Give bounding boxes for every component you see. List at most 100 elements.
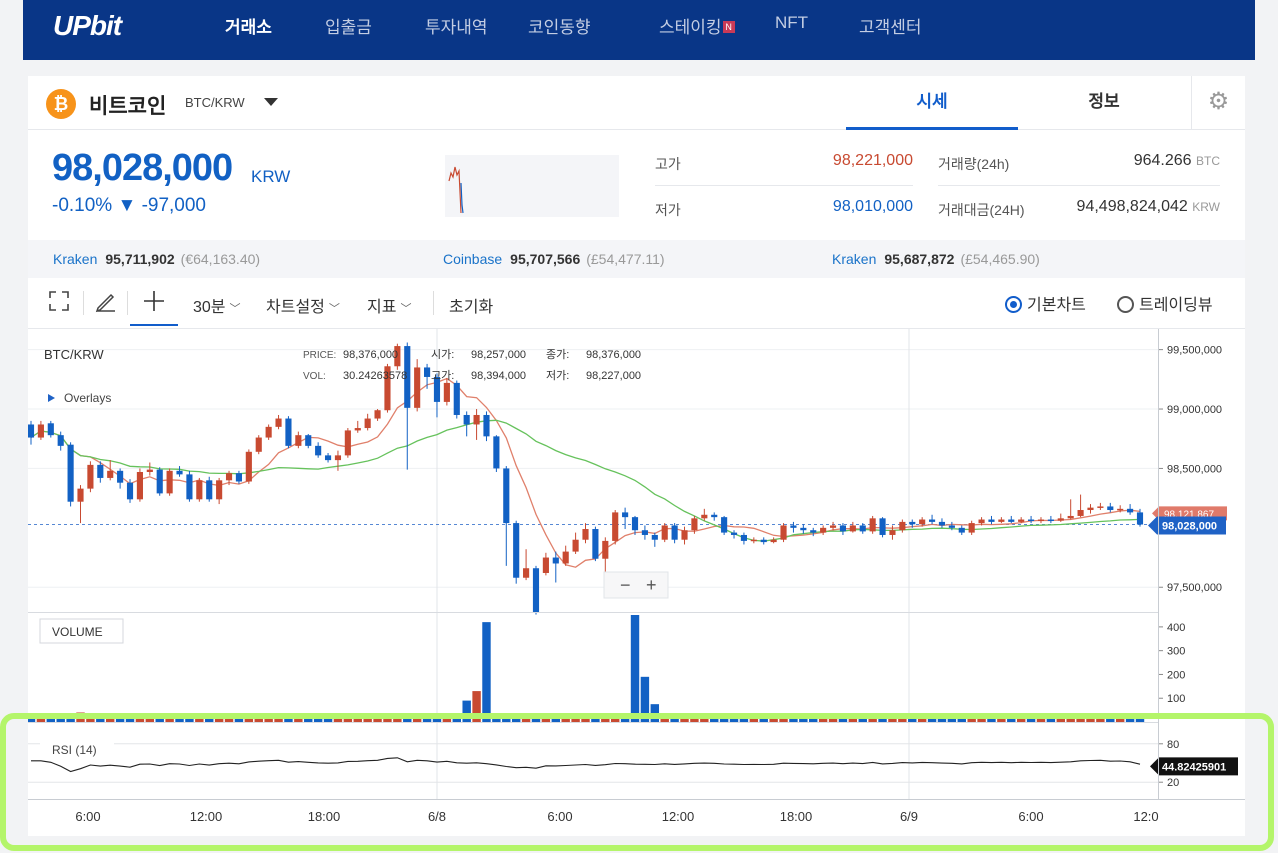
candle-body bbox=[364, 418, 371, 429]
volume-bar bbox=[135, 716, 145, 722]
volume-bar bbox=[1076, 716, 1085, 722]
gear-icon[interactable]: ⚙ bbox=[1191, 76, 1245, 130]
volume-bar bbox=[1106, 716, 1115, 722]
candle-body bbox=[572, 539, 579, 552]
legend-open: 98,257,000 bbox=[471, 349, 526, 361]
pane-divider bbox=[28, 722, 1158, 723]
volume-bar bbox=[452, 716, 461, 722]
legend-price: 98,376,000 bbox=[343, 349, 398, 361]
candle-body bbox=[978, 519, 985, 524]
volume-bar bbox=[888, 716, 897, 722]
tab-info[interactable]: 정보 bbox=[1018, 76, 1190, 130]
indicators-menu[interactable]: 지표 ﹀ bbox=[367, 293, 411, 317]
candle-body bbox=[839, 525, 847, 532]
price-chart[interactable]: 99,500,000 99,000,000 98,500,000 97,500,000… bbox=[28, 328, 1245, 836]
upbit-logo[interactable]: UPbit bbox=[53, 10, 122, 42]
chart-toolbar: 30분 ﹀ 차트설정 ﹀ 지표 ﹀ 초기화 기본차트 트레이딩뷰 bbox=[28, 278, 1245, 328]
volume-bar bbox=[28, 717, 36, 722]
volume-bar bbox=[848, 716, 858, 722]
coin-name[interactable]: 비트코인 bbox=[89, 90, 166, 120]
volume-bar bbox=[472, 691, 481, 722]
candle-body bbox=[1077, 510, 1084, 516]
nav-deposit[interactable]: 입출금 bbox=[325, 13, 372, 38]
zoom-out-button[interactable]: − bbox=[620, 575, 631, 595]
nav-investments[interactable]: 투자내역 bbox=[425, 13, 488, 38]
chart-settings-menu[interactable]: 차트설정 ﹀ bbox=[266, 293, 340, 317]
volume-bar bbox=[908, 717, 917, 722]
nav-exchange[interactable]: 거래소 bbox=[225, 13, 272, 38]
chart-canvas[interactable]: 99,500,000 99,000,000 98,500,000 97,500,000… bbox=[28, 329, 1245, 837]
exchange-price: 95,711,902 bbox=[105, 251, 175, 267]
candle-body bbox=[37, 424, 44, 438]
volume-bar bbox=[422, 717, 432, 722]
fullscreen-icon[interactable] bbox=[48, 290, 70, 317]
x-tick-label: 6:00 bbox=[547, 809, 572, 824]
rsi-value-label: 44.82425901 bbox=[1162, 761, 1226, 773]
candle-body bbox=[97, 464, 104, 478]
pencil-icon[interactable] bbox=[94, 290, 118, 319]
sparkline-up-line bbox=[448, 166, 462, 214]
legend-vol: 30.24263578 bbox=[343, 370, 407, 382]
overlays-expand-icon[interactable] bbox=[48, 394, 55, 402]
candle-body bbox=[1057, 518, 1064, 521]
volume-bar bbox=[492, 716, 501, 722]
amount-number: 94,498,824,042 bbox=[1076, 198, 1188, 215]
exchange-item[interactable]: Kraken 95,687,872 (£54,465.90) bbox=[832, 251, 1040, 267]
volume-bar bbox=[432, 715, 442, 722]
candle-body bbox=[671, 525, 678, 540]
volume-bar bbox=[799, 716, 808, 722]
volume-bar bbox=[531, 716, 541, 722]
sparkline bbox=[445, 155, 619, 217]
volume-bar bbox=[967, 715, 976, 722]
tab-price[interactable]: 시세 bbox=[846, 76, 1018, 130]
basic-chart-radio[interactable]: 기본차트 bbox=[1005, 291, 1086, 315]
candle-body bbox=[552, 557, 559, 564]
volume-bar bbox=[591, 717, 600, 722]
nav-coin-trends[interactable]: 코인동향 bbox=[528, 13, 591, 38]
overlays-toggle[interactable]: Overlays bbox=[64, 391, 111, 405]
volume-bar bbox=[502, 717, 511, 722]
candle-body bbox=[562, 551, 569, 564]
amount-value: 94,498,824,042 KRW bbox=[1028, 198, 1220, 216]
volume-unit: BTC bbox=[1196, 154, 1220, 168]
chevron-down-icon[interactable] bbox=[264, 98, 278, 106]
volume-bar bbox=[660, 716, 669, 722]
candle-body bbox=[424, 367, 431, 377]
exchange-item[interactable]: Kraken 95,711,902 (€64,163.40) bbox=[53, 251, 260, 267]
radio-selected-icon bbox=[1005, 296, 1022, 313]
x-tick-label: 6/9 bbox=[900, 809, 918, 824]
volume-bar bbox=[363, 716, 372, 722]
crosshair-icon[interactable] bbox=[130, 288, 178, 326]
candle-body bbox=[849, 525, 856, 532]
volume-tick-label: 100 bbox=[1167, 693, 1185, 705]
candle-body bbox=[948, 525, 955, 528]
coin-pair[interactable]: BTC/KRW bbox=[185, 95, 245, 110]
candle-body bbox=[641, 530, 648, 535]
volume-bar bbox=[333, 717, 343, 722]
candle-body bbox=[463, 414, 470, 425]
volume-value: 964.266 BTC bbox=[1028, 152, 1220, 170]
candle-body bbox=[770, 539, 777, 543]
volume-bar bbox=[868, 717, 877, 722]
interval-select[interactable]: 30분 ﹀ bbox=[193, 293, 241, 317]
reset-button[interactable]: 초기화 bbox=[449, 293, 493, 317]
candle-body bbox=[67, 444, 74, 502]
candle-body bbox=[176, 470, 183, 475]
exchange-prices: Kraken 95,711,902 (€64,163.40) Coinbase 95,… bbox=[28, 240, 1245, 278]
nav-support[interactable]: 고객센터 bbox=[859, 13, 922, 38]
candle-body bbox=[631, 517, 639, 531]
zoom-in-button[interactable]: + bbox=[646, 575, 657, 595]
volume-bar bbox=[729, 717, 739, 722]
tradingview-radio[interactable]: 트레이딩뷰 bbox=[1117, 291, 1213, 315]
nav-nft[interactable]: NFT bbox=[775, 13, 808, 33]
candle-body bbox=[1117, 508, 1124, 511]
exchange-name: Kraken bbox=[832, 251, 877, 267]
zoom-controls: − + bbox=[603, 571, 669, 599]
exchange-item[interactable]: Coinbase 95,707,566 (£54,477.11) bbox=[443, 251, 665, 267]
candle-body bbox=[1136, 512, 1144, 525]
nav-staking[interactable]: 스테이킹 N bbox=[659, 13, 735, 38]
candle-body bbox=[760, 539, 767, 543]
candle-body bbox=[344, 430, 351, 456]
volume-bar bbox=[838, 716, 848, 722]
volume-number: 964.266 bbox=[1133, 152, 1192, 169]
